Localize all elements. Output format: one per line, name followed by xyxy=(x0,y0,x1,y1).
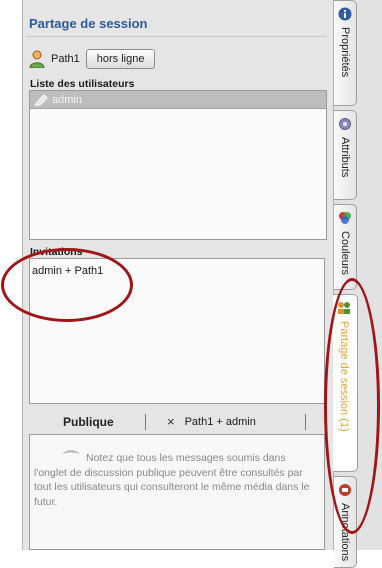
public-chat-notice: Notez que tous les messages soumis dans … xyxy=(34,452,310,508)
users-list[interactable]: admin xyxy=(29,90,327,240)
title-divider xyxy=(27,36,327,37)
gear-icon xyxy=(339,118,351,130)
session-sharing-panel: Partage de session Path1 hors ligne List… xyxy=(22,0,334,550)
tab-partage-de-session[interactable]: Partage de session (1) xyxy=(333,294,358,472)
annotation-icon xyxy=(339,484,351,496)
tab-attributs[interactable]: Attributs xyxy=(334,110,357,200)
tab-couleurs[interactable]: Couleurs xyxy=(334,204,357,290)
close-icon[interactable]: × xyxy=(167,410,175,434)
side-tab-strip: Propriétés Attributs Couleurs Partage de… xyxy=(333,0,382,568)
tab-proprietes[interactable]: Propriétés xyxy=(334,0,357,106)
user-avatar-icon xyxy=(29,50,45,68)
pencil-icon xyxy=(34,93,48,105)
tab-label: Attributs xyxy=(339,137,351,178)
palette-icon xyxy=(339,212,351,224)
current-user-name: Path1 xyxy=(51,53,80,65)
tab-label: Annotations xyxy=(339,503,351,562)
panel-title: Partage de session xyxy=(29,16,148,31)
list-item[interactable]: admin xyxy=(30,91,326,109)
invitations-label: Invitations xyxy=(30,246,83,258)
tab-annotations[interactable]: Annotations xyxy=(334,476,357,568)
tab-label: Partage de session (1) xyxy=(338,321,350,432)
chat-tabs: Publique × Path1 + admin xyxy=(29,410,325,434)
invitation-item[interactable]: admin + Path1 xyxy=(32,265,322,277)
info-icon xyxy=(338,7,352,21)
tab-label: Couleurs xyxy=(339,231,351,276)
users-list-label: Liste des utilisateurs xyxy=(30,78,135,90)
tab-public[interactable]: Publique xyxy=(63,410,114,434)
current-user-row: Path1 hors ligne xyxy=(29,48,156,70)
tab-divider xyxy=(145,414,146,430)
invitations-list[interactable]: admin + Path1 xyxy=(29,258,325,404)
tab-private-chat[interactable]: × Path1 + admin xyxy=(167,410,256,434)
users-icon xyxy=(338,302,350,314)
offline-status-button[interactable]: hors ligne xyxy=(85,49,156,69)
tab-private-label: Path1 + admin xyxy=(184,416,256,428)
user-list-name: admin xyxy=(52,93,82,106)
tab-divider xyxy=(305,414,306,430)
chat-messages[interactable]: Notez que tous les messages soumis dans … xyxy=(29,434,325,550)
tab-label: Propriétés xyxy=(339,27,351,78)
